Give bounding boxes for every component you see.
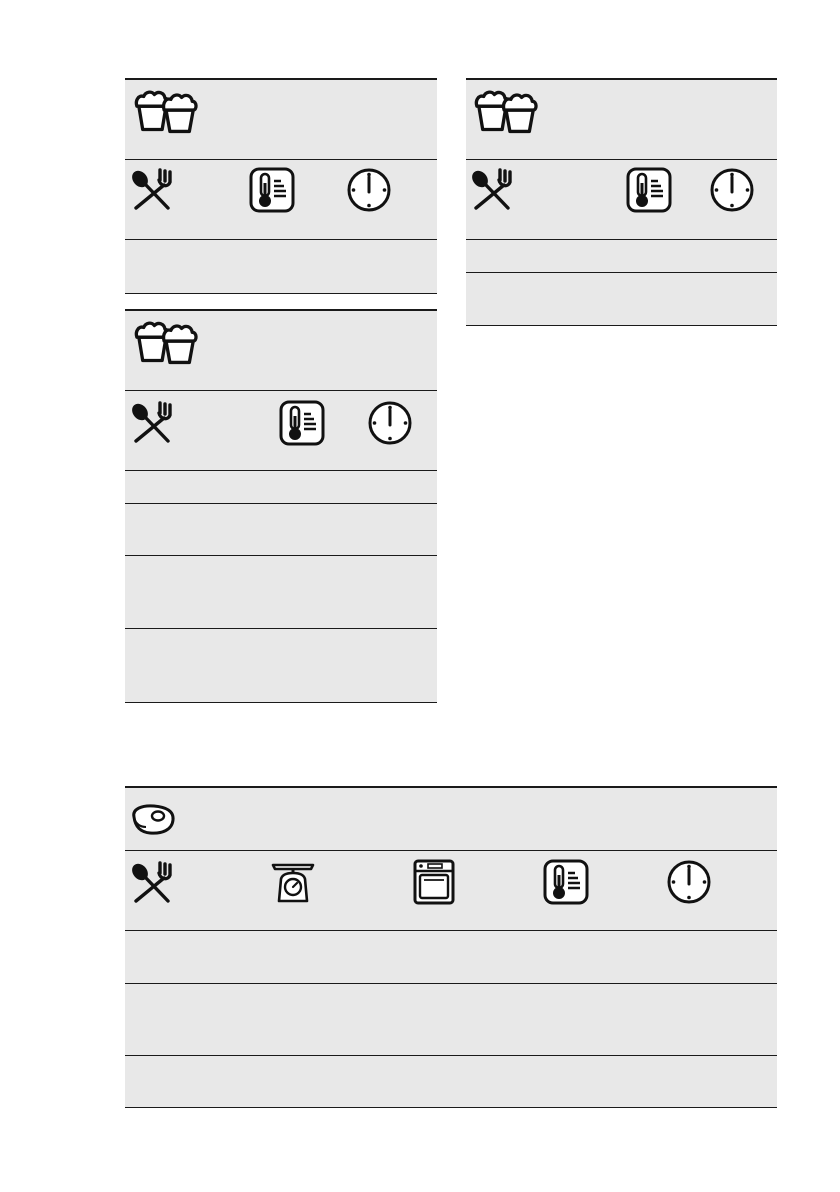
baking-table-2 — [125, 309, 437, 703]
thermometer-icon — [543, 859, 589, 905]
table-header-row — [125, 786, 777, 851]
table-row — [125, 628, 437, 703]
oven-icon — [411, 859, 457, 905]
muffins-icon — [133, 90, 201, 134]
thermometer-icon — [279, 400, 325, 446]
table-header-row — [466, 78, 777, 160]
clock-icon — [709, 167, 755, 213]
table-row — [125, 470, 437, 504]
baking-table-1 — [125, 78, 437, 294]
table-row — [466, 239, 777, 273]
muffins-icon — [473, 90, 541, 134]
thermometer-icon — [626, 167, 672, 213]
column-icons-row — [125, 159, 437, 240]
column-icons-row — [125, 390, 437, 471]
table-row — [466, 272, 777, 326]
spoon-fork-icon — [470, 168, 514, 212]
table-row — [125, 930, 777, 984]
table-row — [125, 555, 437, 629]
muffins-icon — [133, 321, 201, 365]
table-row — [125, 983, 777, 1056]
baking-table-3 — [466, 78, 777, 326]
spoon-fork-icon — [130, 401, 174, 445]
column-icons-row — [466, 159, 777, 240]
kitchen-scale-icon — [270, 859, 316, 905]
spoon-fork-icon — [130, 168, 174, 212]
clock-icon — [346, 167, 392, 213]
roasting-table — [125, 786, 777, 1108]
clock-icon — [666, 859, 712, 905]
column-icons-row — [125, 850, 777, 931]
table-header-row — [125, 309, 437, 391]
table-row — [125, 239, 437, 294]
table-header-row — [125, 78, 437, 160]
clock-icon — [367, 400, 413, 446]
spoon-fork-icon — [130, 861, 174, 905]
thermometer-icon — [249, 167, 295, 213]
meat-steak-icon — [130, 803, 176, 837]
table-row — [125, 1055, 777, 1108]
table-row — [125, 503, 437, 556]
